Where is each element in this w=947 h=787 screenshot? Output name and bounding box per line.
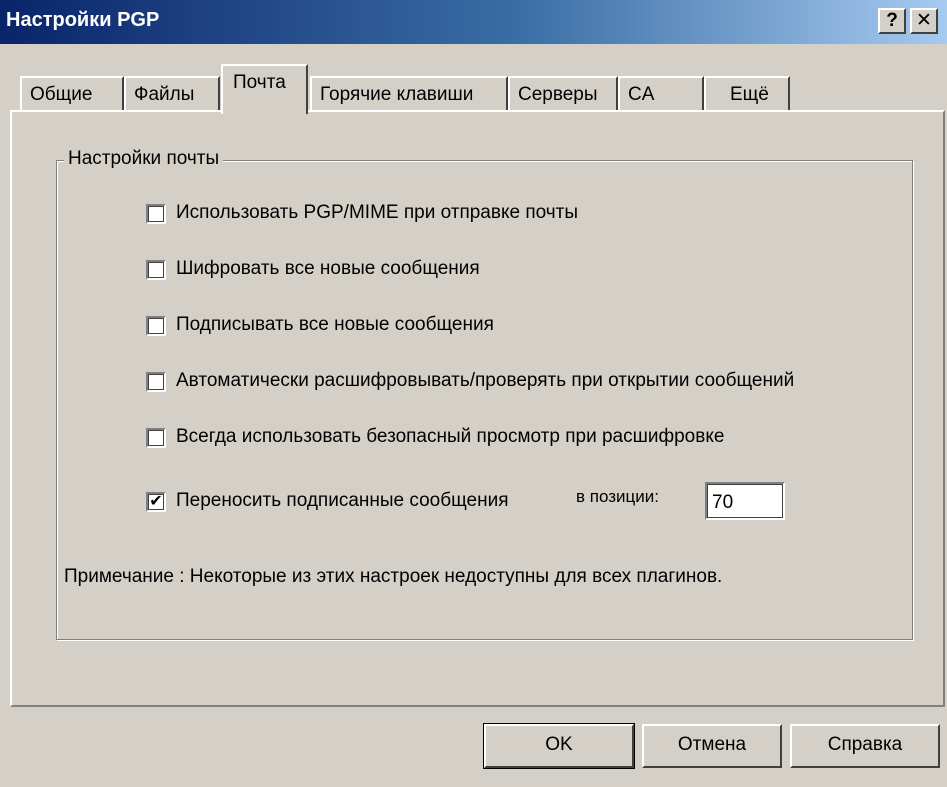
close-icon: ✕ [916, 10, 932, 31]
wrap-position-input[interactable] [705, 482, 785, 520]
tab-ca[interactable]: CA [618, 76, 704, 112]
title-bar: Настройки PGP ? ✕ [0, 0, 947, 44]
tab-label: CA [628, 84, 655, 105]
tab-general[interactable]: Общие [20, 76, 124, 112]
tab-more[interactable]: Ещё [704, 76, 790, 112]
tab-files[interactable]: Файлы [124, 76, 220, 112]
checkbox[interactable] [146, 372, 166, 392]
tab-label: Общие [30, 84, 93, 105]
tab-strip: Общие Файлы Почта Горячие клавиши Сервер… [0, 60, 947, 114]
tab-label: Файлы [134, 84, 195, 105]
tab-label: Серверы [518, 84, 598, 105]
checkmark-icon: ✔ [149, 493, 163, 510]
tab-hotkeys[interactable]: Горячие клавиши [310, 76, 508, 112]
group-title: Настройки почты [64, 148, 224, 170]
tab-mail[interactable]: Почта [221, 64, 308, 114]
checkbox-checked[interactable]: ✔ [146, 492, 166, 512]
tab-label: Ещё [730, 84, 769, 105]
help-button[interactable]: ? [878, 8, 906, 34]
ok-button[interactable]: OK [483, 723, 635, 769]
option-label: Автоматически расшифровывать/проверять п… [176, 370, 795, 391]
checkbox[interactable] [146, 204, 166, 224]
option-label: Использовать PGP/MIME при отправке почты [176, 202, 579, 223]
checkbox[interactable] [146, 428, 166, 448]
option-label: Переносить подписанные сообщения [176, 490, 509, 511]
close-button[interactable]: ✕ [910, 8, 938, 34]
checkbox[interactable] [146, 260, 166, 280]
option-label: Подписывать все новые сообщения [176, 314, 494, 335]
option-label: Шифровать все новые сообщения [176, 258, 480, 279]
checkbox[interactable] [146, 316, 166, 336]
note-text: Примечание : Некоторые из этих настроек … [64, 566, 723, 587]
cancel-button[interactable]: Отмена [642, 724, 782, 768]
tab-servers[interactable]: Серверы [508, 76, 618, 112]
option-label: Всегда использовать безопасный просмотр … [176, 426, 725, 447]
help-dialog-button[interactable]: Справка [790, 724, 940, 768]
window-title: Настройки PGP [6, 9, 160, 31]
wrap-position-label: в позиции: [576, 487, 659, 506]
tab-label: Почта [233, 72, 286, 93]
tab-label: Горячие клавиши [320, 84, 474, 105]
